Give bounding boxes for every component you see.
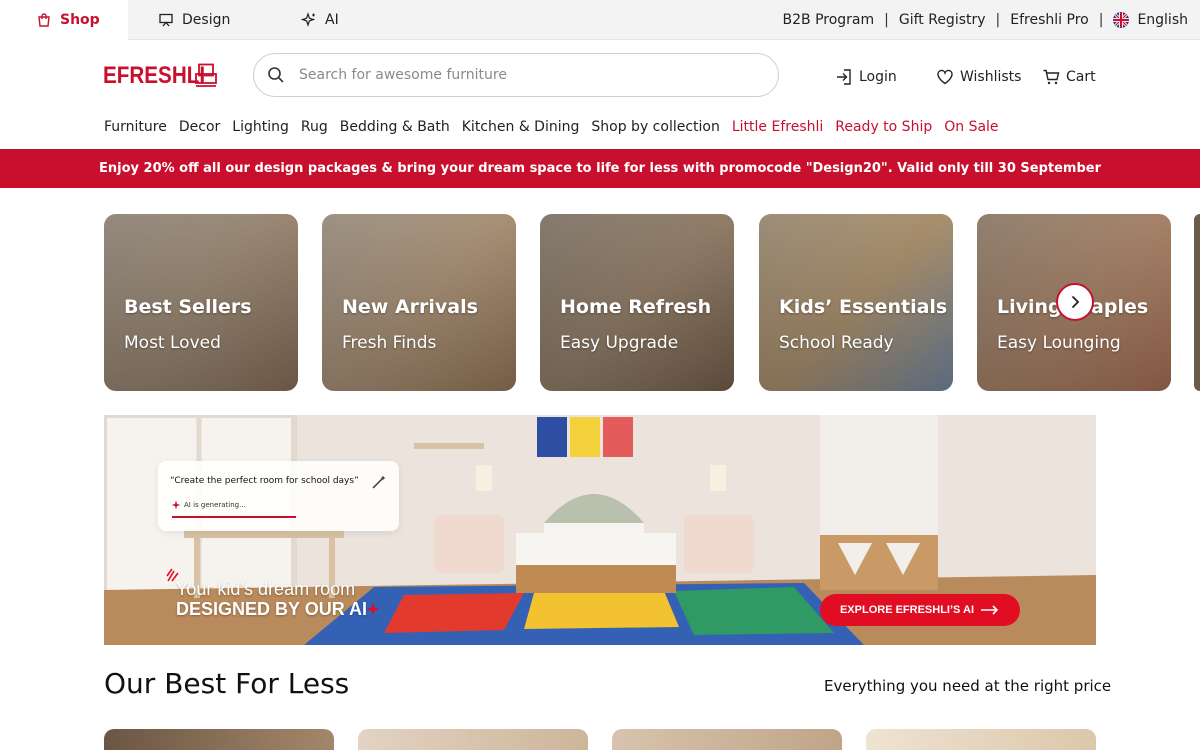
cart-button[interactable]: Cart bbox=[1042, 66, 1096, 88]
hero-headline: Your kid’s dream room bbox=[176, 579, 356, 599]
separator: | bbox=[884, 12, 889, 28]
nav-item-kitchen-dining[interactable]: Kitchen & Dining bbox=[462, 119, 580, 135]
nav-item-lighting[interactable]: Lighting bbox=[232, 119, 289, 135]
collection-subtitle: Easy Lounging bbox=[997, 333, 1121, 353]
nav-item-little-efreshli[interactable]: Little Efreshli bbox=[732, 119, 823, 135]
nav-item-rug[interactable]: Rug bbox=[301, 119, 328, 135]
tab-shop[interactable]: Shop bbox=[0, 0, 128, 40]
tab-ai[interactable]: AI bbox=[301, 0, 339, 40]
sparkle-icon bbox=[171, 500, 181, 510]
utility-links: B2B Program | Gift Registry | Efreshli P… bbox=[783, 0, 1188, 40]
collection-subtitle: Easy Upgrade bbox=[560, 333, 679, 353]
cart-label: Cart bbox=[1066, 69, 1096, 85]
tab-ai-label: AI bbox=[325, 12, 339, 28]
tab-shop-label: Shop bbox=[60, 12, 100, 28]
heart-icon bbox=[937, 69, 953, 85]
login-label: Login bbox=[859, 69, 897, 85]
language-label: English bbox=[1137, 12, 1188, 28]
collection-card-home-refresh[interactable]: Home Refresh Easy Upgrade bbox=[540, 214, 734, 391]
search-icon bbox=[268, 67, 284, 83]
chevron-right-icon bbox=[1071, 295, 1080, 309]
top-utility-bar: Shop Design AI B2B Program | Gift Regist… bbox=[0, 0, 1200, 40]
collection-subtitle: School Ready bbox=[779, 333, 894, 353]
ai-prompt-card: “Create the perfect room for school days… bbox=[158, 461, 399, 531]
search-bar[interactable] bbox=[253, 53, 779, 97]
language-selector[interactable]: English bbox=[1113, 12, 1188, 28]
arrow-right-icon bbox=[981, 605, 999, 615]
easel-icon bbox=[159, 13, 173, 27]
hero-subheadline: DESIGNED BY OUR AI bbox=[176, 599, 368, 619]
ai-progress-bar bbox=[172, 516, 296, 518]
section-subtitle: Everything you need at the right price bbox=[824, 677, 1112, 695]
hero-banner[interactable]: “Create the perfect room for school days… bbox=[104, 415, 1096, 645]
product-card[interactable] bbox=[866, 729, 1096, 750]
collection-title: Best Sellers bbox=[124, 296, 252, 318]
collection-title: New Arrivals bbox=[342, 296, 478, 318]
nav-item-decor[interactable]: Decor bbox=[179, 119, 220, 135]
login-icon bbox=[837, 69, 851, 85]
collection-title: Kids’ Essentials bbox=[779, 296, 948, 318]
product-card[interactable] bbox=[358, 729, 588, 750]
logo-text: EFRESHLI bbox=[103, 62, 206, 89]
search-input[interactable] bbox=[299, 67, 739, 83]
shopping-bag-icon bbox=[38, 13, 50, 27]
wishlists-button[interactable]: Wishlists bbox=[936, 66, 1021, 88]
link-b2b-program[interactable]: B2B Program bbox=[783, 12, 875, 28]
separator: | bbox=[1098, 12, 1104, 28]
sparkle-icon bbox=[366, 602, 380, 616]
nav-item-ready-to-ship[interactable]: Ready to Ship bbox=[835, 119, 932, 135]
explore-ai-button[interactable]: EXPLORE EFRESHLI’S AI bbox=[820, 594, 1020, 626]
explore-ai-label: EXPLORE EFRESHLI’S AI bbox=[839, 604, 975, 616]
promo-text: Enjoy 20% off all our design packages & … bbox=[99, 161, 1101, 176]
nav-item-on-sale[interactable]: On Sale bbox=[944, 119, 998, 135]
cart-icon bbox=[1043, 69, 1060, 85]
product-card[interactable] bbox=[612, 729, 842, 750]
collection-card-best-sellers[interactable]: Best Sellers Most Loved bbox=[104, 214, 298, 391]
carousel-next-button[interactable] bbox=[1056, 283, 1094, 321]
magic-wand-icon bbox=[372, 475, 386, 489]
collection-card-kids-essentials[interactable]: Kids’ Essentials School Ready bbox=[759, 214, 953, 391]
nav-item-shop-by-collection[interactable]: Shop by collection bbox=[591, 119, 719, 135]
link-gift-registry[interactable]: Gift Registry bbox=[899, 12, 986, 28]
tab-design-label: Design bbox=[182, 12, 231, 28]
efreshli-logo[interactable]: EFRESHLI bbox=[103, 62, 217, 90]
collection-subtitle: Fresh Finds bbox=[342, 333, 437, 353]
wishlists-label: Wishlists bbox=[960, 69, 1022, 85]
uk-flag-icon bbox=[1113, 12, 1130, 28]
collection-title: Home Refresh bbox=[560, 296, 712, 318]
collection-carousel: Best Sellers Most Loved New Arrivals Fre… bbox=[104, 214, 1200, 391]
link-efreshli-pro[interactable]: Efreshli Pro bbox=[1010, 12, 1088, 28]
collection-card-new-arrivals[interactable]: New Arrivals Fresh Finds bbox=[322, 214, 516, 391]
tab-design[interactable]: Design bbox=[158, 0, 230, 40]
separator: | bbox=[995, 12, 1001, 28]
product-card[interactable] bbox=[104, 729, 334, 750]
section-title: Our Best For Less bbox=[104, 667, 350, 700]
promo-banner[interactable]: Enjoy 20% off all our design packages & … bbox=[0, 149, 1200, 188]
collection-card-peek[interactable] bbox=[1194, 214, 1200, 391]
ai-prompt-text: “Create the perfect room for school days… bbox=[170, 476, 359, 486]
ai-status-text: AI is generating... bbox=[184, 501, 246, 509]
login-button[interactable]: Login bbox=[835, 66, 897, 88]
nav-item-bedding-bath[interactable]: Bedding & Bath bbox=[340, 119, 450, 135]
collection-subtitle: Most Loved bbox=[124, 333, 221, 353]
sparkles-icon bbox=[301, 12, 316, 27]
nav-item-furniture[interactable]: Furniture bbox=[104, 119, 167, 135]
category-nav: Furniture Decor Lighting Rug Bedding & B… bbox=[104, 119, 1011, 135]
